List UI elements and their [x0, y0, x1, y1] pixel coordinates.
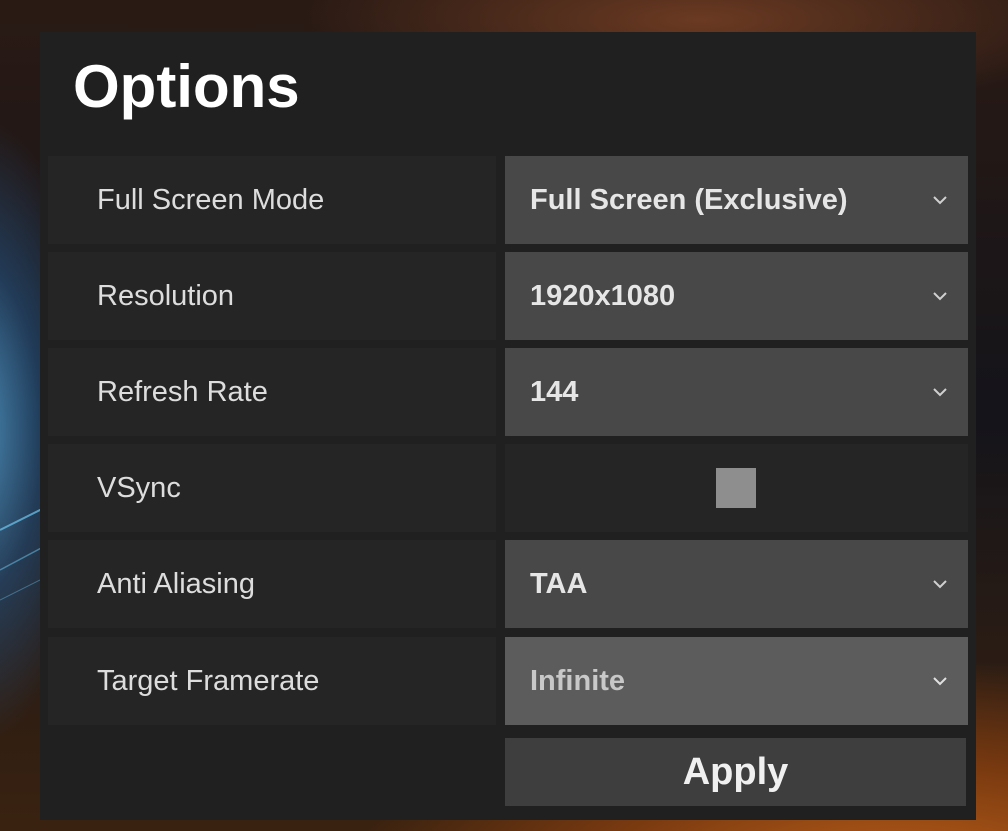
target-framerate-value: Infinite — [530, 665, 626, 697]
options-title: Options — [73, 53, 300, 120]
chevron-down-icon — [933, 580, 947, 589]
refresh-rate-label: Refresh Rate — [48, 348, 496, 436]
target-framerate-label: Target Framerate — [48, 637, 496, 725]
resolution-label: Resolution — [48, 252, 496, 340]
resolution-value: 1920x1080 — [530, 280, 676, 312]
apply-button[interactable]: Apply — [505, 738, 966, 806]
full-screen-mode-dropdown[interactable]: Full Screen (Exclusive) — [505, 156, 968, 244]
resolution-dropdown[interactable]: 1920x1080 — [505, 252, 968, 340]
anti-aliasing-dropdown[interactable]: TAA — [505, 540, 968, 628]
anti-aliasing-label: Anti Aliasing — [48, 540, 496, 628]
full-screen-mode-label: Full Screen Mode — [48, 156, 496, 244]
vsync-cell — [505, 444, 968, 532]
chevron-down-icon — [933, 677, 947, 686]
options-panel: Options Full Screen Mode Full Screen (Ex… — [40, 32, 976, 820]
refresh-rate-dropdown[interactable]: 144 — [505, 348, 968, 436]
vsync-checkbox[interactable] — [716, 468, 756, 508]
chevron-down-icon — [933, 196, 947, 205]
chevron-down-icon — [933, 292, 947, 301]
vsync-label: VSync — [48, 444, 496, 532]
full-screen-mode-value: Full Screen (Exclusive) — [530, 184, 848, 216]
anti-aliasing-value: TAA — [530, 568, 588, 600]
chevron-down-icon — [933, 388, 947, 397]
target-framerate-dropdown[interactable]: Infinite — [505, 637, 968, 725]
refresh-rate-value: 144 — [530, 376, 579, 408]
